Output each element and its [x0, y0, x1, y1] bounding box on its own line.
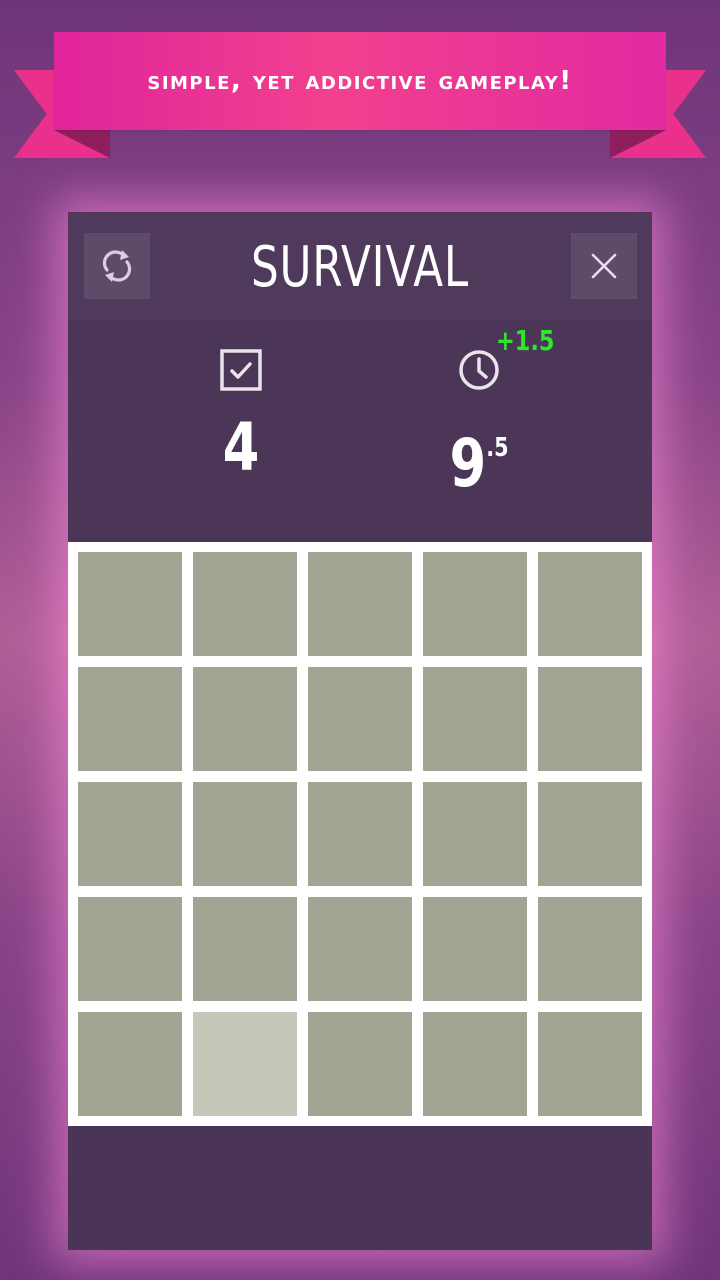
close-icon	[591, 253, 617, 279]
checkbox-icon	[220, 349, 262, 391]
grid-tile[interactable]	[78, 667, 182, 771]
grid-tile[interactable]	[78, 552, 182, 656]
ribbon-main: Simple, yet addictive gameplay!	[54, 32, 666, 130]
tile-grid	[78, 552, 642, 1116]
promo-banner: Simple, yet addictive gameplay!	[0, 0, 720, 170]
top-bar: SURVIVAL	[68, 212, 652, 320]
grid-tile[interactable]	[193, 897, 297, 1001]
score-stat: 4	[161, 342, 321, 522]
grid-tile[interactable]	[308, 897, 412, 1001]
grid-tile[interactable]	[308, 782, 412, 886]
time-stat: +1.5 9.5	[399, 324, 559, 522]
restart-button[interactable]	[84, 233, 150, 299]
grid-tile[interactable]	[308, 1012, 412, 1116]
game-mode-title: SURVIVAL	[251, 234, 469, 300]
grid-tile[interactable]	[538, 1012, 642, 1116]
time-value-main: 9	[449, 425, 487, 502]
grid-tile[interactable]	[423, 1012, 527, 1116]
grid-tile[interactable]	[423, 897, 527, 1001]
grid-tile[interactable]	[78, 897, 182, 1001]
grid-tile[interactable]	[78, 1012, 182, 1116]
grid-tile[interactable]	[308, 552, 412, 656]
time-bonus: +1.5	[496, 324, 555, 357]
grid-tile[interactable]	[538, 552, 642, 656]
time-value-decimal: .5	[486, 433, 509, 463]
grid-tile[interactable]	[538, 782, 642, 886]
clock-icon	[459, 350, 499, 390]
game-panel: SURVIVAL 4 +1.5 9.5	[68, 212, 652, 1250]
banner-text: Simple, yet addictive gameplay!	[147, 66, 573, 96]
game-board	[68, 542, 652, 1126]
grid-tile[interactable]	[538, 667, 642, 771]
time-value: 9.5	[415, 408, 543, 502]
grid-tile[interactable]	[423, 552, 527, 656]
grid-tile[interactable]	[538, 897, 642, 1001]
grid-tile[interactable]	[78, 782, 182, 886]
grid-tile[interactable]	[423, 782, 527, 886]
grid-tile[interactable]	[423, 667, 527, 771]
grid-tile[interactable]	[193, 552, 297, 656]
stats-panel: 4 +1.5 9.5	[68, 320, 652, 542]
grid-tile[interactable]	[193, 667, 297, 771]
score-value: 4	[222, 409, 260, 486]
restart-icon	[102, 250, 132, 282]
close-button[interactable]	[571, 233, 637, 299]
grid-tile[interactable]	[193, 782, 297, 886]
bottom-area	[68, 1126, 652, 1250]
odd-tile[interactable]	[193, 1012, 297, 1116]
grid-tile[interactable]	[308, 667, 412, 771]
